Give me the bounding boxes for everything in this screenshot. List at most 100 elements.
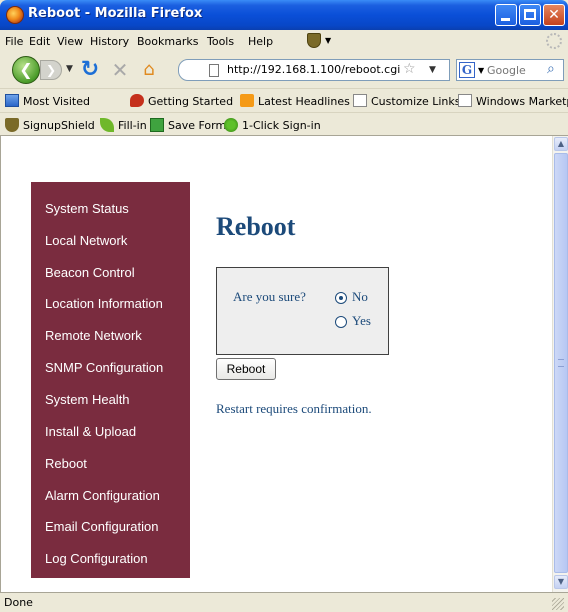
history-dropdown-icon[interactable]: ▼ [66,64,73,74]
forward-button[interactable]: ❯ [40,60,62,80]
bookmark-label: Getting Started [148,95,234,108]
sidebar-item-remote-network[interactable]: Remote Network [45,328,142,343]
radio-yes[interactable] [335,316,347,328]
signupshield-button[interactable]: SignupShield [5,118,95,132]
scroll-thumb[interactable] [554,153,568,573]
menu-bar: File Edit View History Bookmarks Tools H… [0,30,568,52]
addon-label: Fill-in [118,119,147,132]
back-arrow-icon: ❮ [19,60,33,79]
menu-edit[interactable]: Edit [29,35,50,48]
url-text[interactable]: http://192.168.1.100/reboot.cgi [227,63,400,76]
sidebar-item-log-configuration[interactable]: Log Configuration [45,551,148,566]
radio-no-label[interactable]: No [352,289,368,305]
sidebar-item-system-status[interactable]: System Status [45,201,129,216]
grip-icon [558,359,564,367]
most-visited-icon [5,94,19,107]
bookmark-label: Windows Marketplace [476,95,568,108]
sidebar-item-reboot[interactable]: Reboot [45,456,87,471]
home-button[interactable]: ⌂ [137,58,161,82]
navigation-toolbar: ❮ ❯ ▼ ↻ ✕ ⌂ http://192.168.1.100/reboot.… [0,52,568,88]
leaf-icon [100,118,114,132]
window-title: Reboot - Mozilla Firefox [28,6,203,21]
bookmark-getting-started[interactable]: Getting Started [130,94,233,108]
save-icon [150,118,164,132]
minimize-icon [501,18,510,21]
page-icon [458,94,472,107]
radio-yes-label[interactable]: Yes [352,313,371,329]
sidebar-item-email-configuration[interactable]: Email Configuration [45,519,158,534]
rss-icon [240,94,254,107]
minimize-button[interactable] [495,4,517,26]
bookmark-windows-marketplace[interactable]: Windows Marketplace [458,94,568,108]
menu-help[interactable]: Help [248,35,273,48]
addon-label: 1-Click Sign-in [242,119,321,132]
confirmation-panel: Are you sure? No Yes [216,267,389,355]
menu-bookmarks[interactable]: Bookmarks [137,35,198,48]
scroll-down-icon[interactable]: ▼ [554,575,568,589]
menu-tools[interactable]: Tools [207,35,234,48]
sidebar-item-system-health[interactable]: System Health [45,392,130,407]
sidebar-item-snmp-configuration[interactable]: SNMP Configuration [45,360,163,375]
sidebar-item-install-upload[interactable]: Install & Upload [45,424,136,439]
throbber-icon [546,33,562,49]
reboot-button[interactable]: Reboot [216,358,276,380]
save-form-button[interactable]: Save Form [150,118,226,132]
getting-started-icon [130,94,144,107]
google-icon[interactable]: G [459,62,475,78]
bookmark-customize-links[interactable]: Customize Links [353,94,461,108]
title-bar: Reboot - Mozilla Firefox ✕ [0,0,568,30]
addon-label: Save Form [168,119,227,132]
sidebar-item-beacon-control[interactable]: Beacon Control [45,265,135,280]
menu-view[interactable]: View [57,35,83,48]
stop-icon: ✕ [111,58,129,82]
bookmark-label: Most Visited [23,95,90,108]
search-box[interactable]: G ▼ ⌕ [456,59,564,81]
close-button[interactable]: ✕ [543,4,565,26]
menu-history[interactable]: History [90,35,129,48]
search-input[interactable] [487,62,543,78]
page-icon [209,64,219,77]
bookmarks-toolbar: Most Visited Getting Started Latest Head… [0,88,568,112]
reload-icon: ↻ [80,57,100,82]
page-icon [353,94,367,107]
search-icon[interactable]: ⌕ [547,61,555,77]
vertical-scrollbar[interactable]: ▲ ▼ [552,136,568,592]
maximize-button[interactable] [519,4,541,26]
one-click-sign-in-button[interactable]: 1-Click Sign-in [224,118,321,132]
fill-in-button[interactable]: Fill-in [100,118,147,132]
addon-label: SignupShield [23,119,95,132]
engine-dropdown-icon[interactable]: ▼ [478,66,484,75]
bookmark-latest-headlines[interactable]: Latest Headlines [240,94,350,108]
home-icon: ⌂ [143,59,155,80]
addon-toolbar: SignupShield Fill-in Save Form 1-Click S… [0,112,568,136]
reload-button[interactable]: ↻ [78,58,102,82]
firefox-icon [6,6,24,24]
close-icon: ✕ [548,7,560,23]
bookmark-label: Latest Headlines [258,95,350,108]
shield-icon [5,118,19,132]
sidebar-item-local-network[interactable]: Local Network [45,233,127,248]
sidebar-item-alarm-configuration[interactable]: Alarm Configuration [45,488,160,503]
shield-icon[interactable] [307,33,321,48]
maximize-icon [524,9,536,20]
sidebar-item-location-information[interactable]: Location Information [45,296,163,311]
resize-grip-icon[interactable] [552,598,564,610]
page-viewport: System Status Local Network Beacon Contr… [0,136,552,592]
confirmation-question: Are you sure? [233,289,306,304]
page-title: Reboot [216,212,296,241]
sign-in-icon [224,118,238,132]
status-bar: Done [0,592,568,612]
radio-no[interactable] [335,292,347,304]
bookmark-star-icon[interactable]: ☆ [403,61,416,77]
scroll-up-icon[interactable]: ▲ [554,137,568,151]
chevron-down-icon[interactable]: ▼ [325,36,331,45]
address-bar[interactable]: http://192.168.1.100/reboot.cgi ☆ ▼ [178,59,450,81]
forward-arrow-icon: ❯ [45,63,57,77]
menu-file[interactable]: File [5,35,23,48]
status-text: Done [4,596,33,609]
back-button[interactable]: ❮ [12,56,40,84]
bookmark-most-visited[interactable]: Most Visited [5,94,90,108]
stop-button[interactable]: ✕ [108,58,132,82]
url-dropdown-icon[interactable]: ▼ [429,65,436,75]
sidebar-nav: System Status Local Network Beacon Contr… [31,182,190,578]
